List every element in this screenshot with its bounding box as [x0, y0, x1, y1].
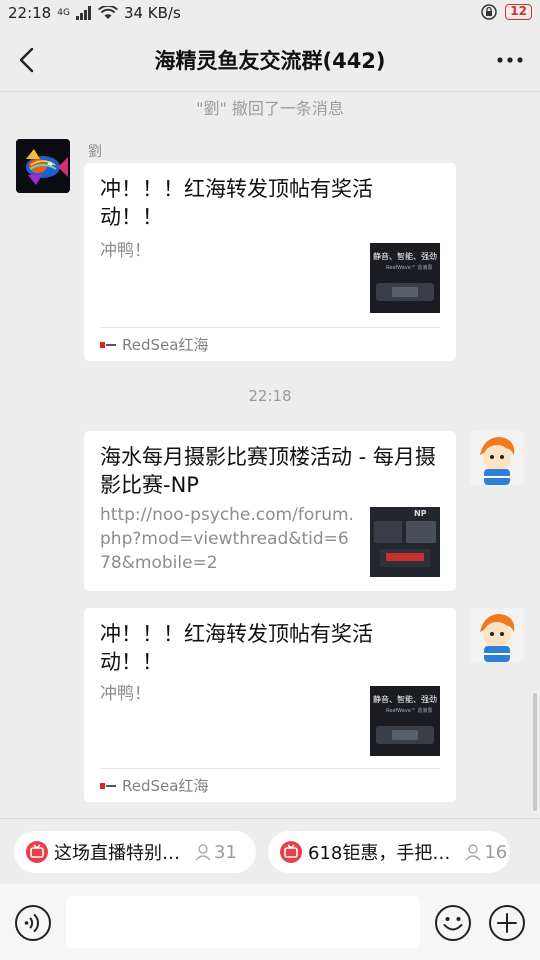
thumb-caption: 静音、智能、强劲: [373, 695, 437, 704]
live-promo-pill[interactable]: 这场直播特别… 31: [14, 831, 256, 873]
status-bar: 22:18 4G 34 KB/s 12: [0, 0, 540, 28]
card-source: RedSea红海: [100, 334, 208, 355]
link-card-thumbnail: 静音、智能、强劲 ReefWave™ 造浪泵: [370, 243, 440, 313]
live-promo-pill[interactable]: 618钜惠，手把… 16: [268, 831, 510, 873]
lock-rotation-icon: [481, 4, 498, 20]
avatar-self[interactable]: [470, 431, 524, 485]
link-card-message[interactable]: 冲！！！红海转发顶帖有奖活动！！ 冲鸭！ 静音、智能、强劲 ReefWave™ …: [84, 163, 456, 361]
live-badge-icon: [26, 841, 48, 863]
card-divider: [100, 327, 440, 328]
cartoon-avatar-image: [470, 608, 524, 662]
link-card-desc: http://noo-psyche.com/forum.php?mod=view…: [100, 505, 354, 573]
emoji-icon[interactable]: [434, 904, 472, 942]
input-bar: [0, 884, 540, 960]
link-card-desc: 冲鸭！: [100, 684, 151, 704]
recall-notice: "劉" 撤回了一条消息: [196, 99, 344, 118]
person-icon: [465, 844, 481, 861]
link-card-thumbnail: 静音、智能、强劲 ReefWave™ 造浪泵: [370, 686, 440, 756]
battery-indicator: 12: [505, 4, 532, 20]
thumb-caption: NP: [414, 509, 427, 518]
fish-avatar-image: [16, 139, 70, 193]
link-card-title: 冲！！！红海转发顶帖有奖活动！！: [100, 622, 373, 674]
plus-icon[interactable]: [488, 904, 526, 942]
avatar-self[interactable]: [470, 608, 524, 662]
cartoon-avatar-image: [470, 431, 524, 485]
link-card-thumbnail: NP: [370, 507, 440, 577]
redsea-logo-icon: [100, 782, 116, 789]
title-bar: 海精灵鱼友交流群(442): [0, 28, 540, 92]
card-source: RedSea红海: [100, 775, 208, 796]
link-card-message[interactable]: 海水每月摄影比赛顶楼活动 - 每月摄影比赛-NP http://noo-psyc…: [84, 431, 456, 591]
viewer-count: 31: [214, 841, 237, 863]
thumb-caption: 静音、智能、强劲: [373, 252, 437, 261]
thumb-subcaption: ReefWave™ 造浪泵: [386, 265, 433, 271]
thumb-subcaption: ReefWave™ 造浪泵: [386, 708, 433, 714]
time-divider: 22:18: [248, 387, 292, 405]
redsea-logo-icon: [100, 341, 116, 348]
quick-bar: 这场直播特别… 31 618钜惠，手把… 16: [0, 818, 540, 884]
live-promo-label: 618钜惠，手把…: [308, 843, 451, 864]
network-speed: 34 KB/s: [123, 4, 181, 22]
status-time: 22:18: [8, 4, 52, 22]
back-arrow-icon[interactable]: [12, 44, 44, 76]
chat-area[interactable]: "劉" 撤回了一条消息 劉 冲！！！红海转发顶帖有奖活动！！ 冲鸭！ 静音、智能…: [0, 93, 540, 818]
voice-icon[interactable]: [14, 904, 52, 942]
chat-title: 海精灵鱼友交流群(442): [154, 49, 386, 73]
network-label: 4G: [57, 7, 70, 18]
avatar-sender[interactable]: [16, 139, 70, 193]
more-dots-icon[interactable]: [494, 44, 526, 76]
link-card-title: 冲！！！红海转发顶帖有奖活动！！: [100, 177, 373, 229]
card-source-label: RedSea红海: [122, 336, 209, 354]
link-card-message[interactable]: 冲！！！红海转发顶帖有奖活动！！ 冲鸭！ 静音、智能、强劲 ReefWave™ …: [84, 608, 456, 802]
viewer-count: 16: [484, 841, 508, 863]
card-source-label: RedSea红海: [122, 777, 209, 795]
live-badge-icon: [280, 841, 302, 863]
wifi-icon: [98, 6, 118, 19]
link-card-title: 海水每月摄影比赛顶楼活动 - 每月摄影比赛-NP: [100, 445, 436, 497]
live-promo-label: 这场直播特别…: [54, 843, 180, 864]
network-icon: 4G: [57, 7, 70, 18]
signal-icon: [75, 6, 91, 20]
sender-name: 劉: [88, 144, 102, 160]
chat-scrollbar[interactable]: [533, 693, 537, 811]
message-input[interactable]: [66, 896, 420, 948]
person-icon: [195, 844, 211, 861]
link-card-desc: 冲鸭！: [100, 241, 151, 261]
card-divider: [100, 768, 440, 769]
